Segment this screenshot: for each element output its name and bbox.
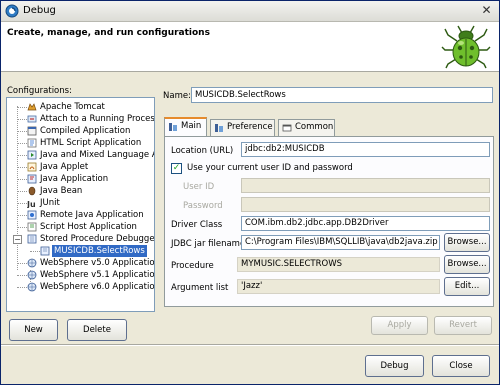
websphere-icon: [27, 258, 37, 268]
location-input[interactable]: jdbc:db2:MUSICDB: [241, 142, 490, 157]
tab-common[interactable]: Common: [278, 119, 335, 136]
stored-proc-item-icon: [40, 246, 50, 256]
procedure-value: MYMUSIC.SELECTROWS: [237, 257, 440, 272]
websphere-icon: [27, 282, 37, 292]
tree-item-script-host[interactable]: Script Host Application: [7, 221, 154, 233]
tab-preference[interactable]: Preference: [210, 119, 275, 136]
delete-button[interactable]: Delete: [67, 319, 127, 341]
footer-separator: [1, 344, 499, 346]
tree-item-java-bean[interactable]: Java Bean: [7, 185, 154, 197]
configurations-tree[interactable]: Apache Tomcat Attach to a Running Proces…: [6, 97, 155, 312]
user-id-label: User ID: [183, 182, 215, 192]
password-label: Password: [183, 201, 223, 211]
debug-app-icon: [5, 4, 19, 18]
tree-item-musicdb-selectrows[interactable]: MUSICDB.SelectRows: [7, 245, 154, 257]
window-title: Debug: [23, 5, 56, 16]
close-button[interactable]: Close: [432, 355, 490, 377]
java-applet-icon: [27, 162, 37, 172]
new-button[interactable]: New: [9, 319, 58, 341]
tree-item-attach-process[interactable]: Attach to a Running Process: [7, 113, 154, 125]
location-label: Location (URL): [171, 146, 234, 156]
tree-item-junit[interactable]: Ju JUnit: [7, 197, 154, 209]
argument-list-value: 'Jazz': [237, 279, 440, 294]
tree-item-stored-proc[interactable]: − Stored Procedure Debugger: [7, 233, 154, 245]
attach-icon: [27, 115, 37, 123]
tree-item-websphere-50[interactable]: WebSphere v5.0 Application Cl: [7, 257, 154, 269]
remote-java-icon: [27, 210, 37, 220]
title-bar: Debug ✕: [1, 1, 499, 22]
use-current-user-label: Use your current user ID and password: [187, 163, 353, 173]
user-id-input: [241, 178, 490, 193]
main-tab-icon: [169, 123, 177, 131]
tree-item-html-script[interactable]: HTML Script Application: [7, 137, 154, 149]
tree-item-websphere-51[interactable]: WebSphere v5.1 Application Cl: [7, 269, 154, 281]
configurations-label: Configurations:: [7, 86, 72, 96]
name-label: Name:: [163, 91, 191, 101]
compiled-app-icon: [27, 126, 37, 136]
tree-item-apache-tomcat[interactable]: Apache Tomcat: [7, 101, 154, 113]
bug-icon: [441, 25, 491, 69]
collapse-icon[interactable]: −: [13, 235, 22, 244]
junit-icon: Ju: [27, 200, 36, 208]
close-icon[interactable]: ✕: [479, 4, 494, 18]
debug-button[interactable]: Debug: [365, 355, 424, 377]
tab-main[interactable]: Main: [164, 117, 207, 136]
apply-button[interactable]: Apply: [371, 316, 428, 335]
java-mixed-icon: [27, 150, 37, 160]
procedure-label: Procedure: [171, 261, 214, 271]
debug-dialog: Debug ✕ Create, manage, and run configur…: [0, 0, 500, 385]
jdbc-jar-browse-button[interactable]: Browse...: [444, 233, 490, 252]
java-bean-icon: [28, 186, 36, 196]
use-current-user-checkbox[interactable]: ✓: [171, 163, 182, 174]
svg-text:Ju: Ju: [27, 200, 36, 208]
name-input[interactable]: MUSICDB.SelectRows: [191, 87, 493, 103]
preference-tab-icon: [215, 124, 223, 132]
procedure-browse-button[interactable]: Browse...: [444, 255, 490, 274]
tree-item-java-applet[interactable]: Java Applet: [7, 161, 154, 173]
common-tab-icon: [282, 124, 292, 132]
header-banner: Create, manage, and run configurations: [1, 22, 499, 72]
tree-item-compiled-app[interactable]: Compiled Application: [7, 125, 154, 137]
tree-item-java-mixed[interactable]: Java and Mixed Language App: [7, 149, 154, 161]
java-app-icon: [27, 174, 37, 184]
revert-button[interactable]: Revert: [434, 316, 492, 335]
jdbc-jar-input[interactable]: C:\Program Files\IBM\SQLLIB\java\db2java…: [241, 235, 440, 250]
driver-class-input[interactable]: COM.ibm.db2.jdbc.app.DB2Driver: [241, 216, 490, 231]
tree-item-websphere-60[interactable]: WebSphere v6.0 Application Cl: [7, 281, 154, 293]
stored-proc-icon: [27, 234, 37, 244]
driver-class-label: Driver Class: [171, 220, 223, 230]
main-tab-panel: Location (URL) jdbc:db2:MUSICDB ✓ Use yo…: [164, 136, 494, 307]
tree-item-java-app[interactable]: Java Application: [7, 173, 154, 185]
banner-title: Create, manage, and run configurations: [7, 28, 210, 38]
password-input: [241, 197, 490, 212]
tomcat-icon: [27, 103, 37, 111]
argument-edit-button[interactable]: Edit...: [444, 277, 490, 296]
script-host-icon: [27, 222, 37, 232]
tree-item-remote-java[interactable]: Remote Java Application: [7, 209, 154, 221]
html-script-icon: [27, 138, 37, 148]
argument-list-label: Argument list: [171, 283, 229, 293]
websphere-icon: [27, 270, 37, 280]
jdbc-jar-label: JDBC jar filename: [171, 239, 246, 249]
